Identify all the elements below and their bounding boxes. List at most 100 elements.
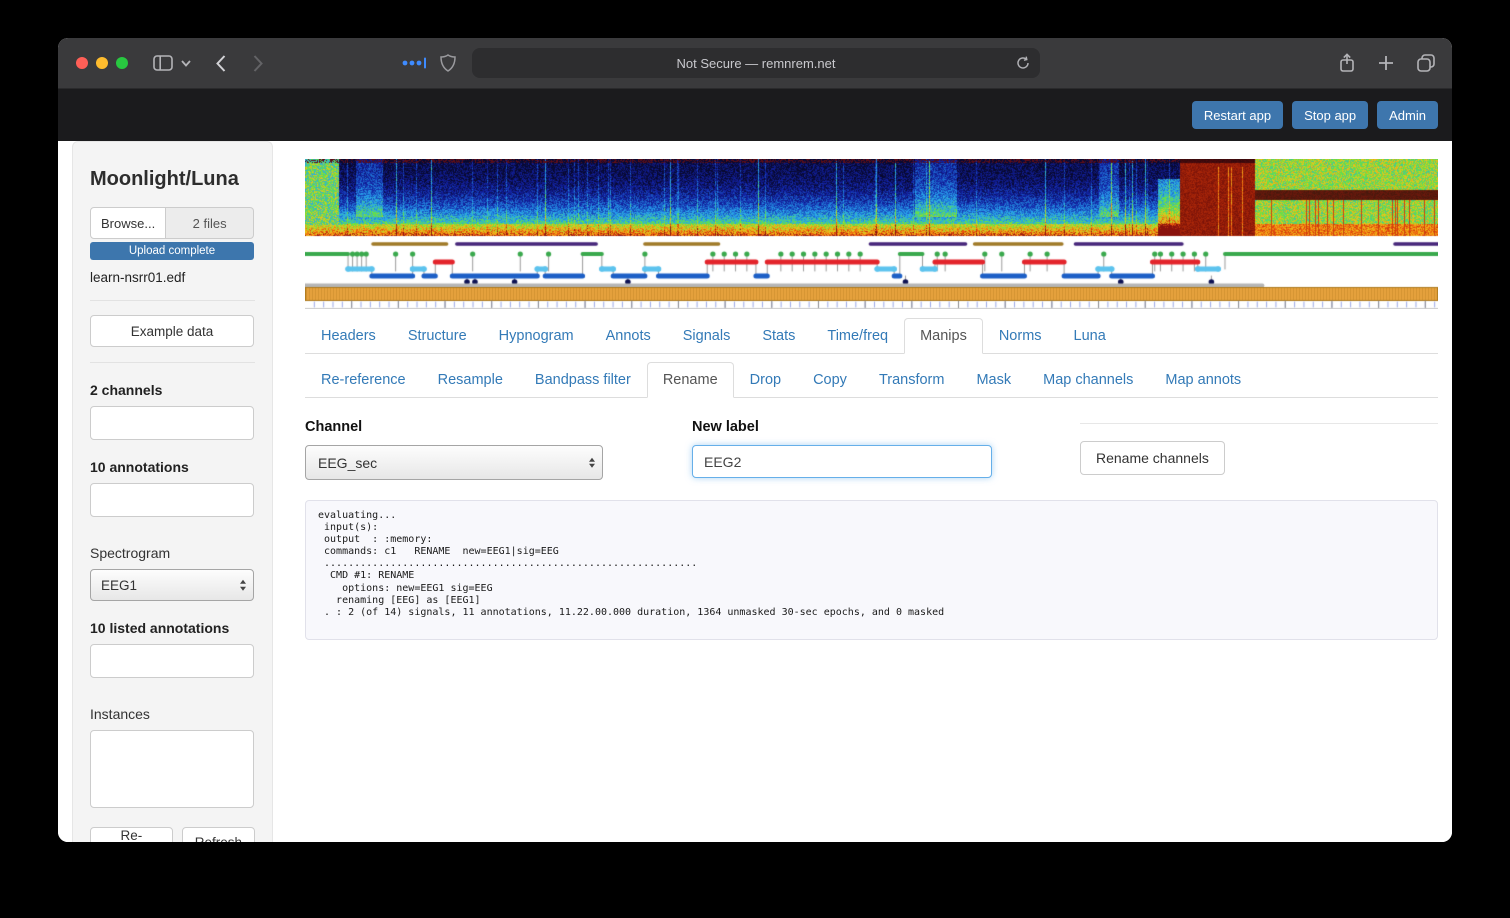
subtab-rename[interactable]: Rename: [647, 362, 734, 398]
screenshot-background: Not Secure — remnrem.net: [0, 0, 1510, 918]
tab-item: Annots: [590, 318, 667, 353]
chevron-down-icon[interactable]: [181, 38, 191, 88]
minimize-button[interactable]: [96, 57, 108, 69]
tab-luna[interactable]: Luna: [1058, 318, 1122, 354]
upload-progress-bar: Upload complete: [90, 242, 254, 260]
instances-label: Instances: [90, 706, 255, 722]
rename-form: Channel EEG_sec New label Rename channel…: [305, 419, 1438, 480]
subtab-transform[interactable]: Transform: [863, 362, 961, 398]
uploaded-file-name: learn-nsrr01.edf: [90, 270, 255, 285]
instances-select[interactable]: [90, 730, 254, 808]
subtab-resample[interactable]: Resample: [422, 362, 519, 398]
tab-group-dots-icon[interactable]: [401, 38, 427, 88]
app-title: Moonlight/Luna: [90, 168, 255, 191]
tab-item: Manips: [904, 318, 983, 353]
restart-app-button[interactable]: Restart app: [1192, 101, 1283, 129]
file-count-label: 2 files: [166, 207, 254, 239]
console-output: evaluating... input(s): output : :memory…: [305, 500, 1438, 640]
tab-manips[interactable]: Manips: [904, 318, 983, 354]
forward-button-icon[interactable]: [253, 38, 263, 88]
safari-window: Not Secure — remnrem.net: [58, 38, 1452, 842]
channel-select[interactable]: EEG_sec: [305, 445, 603, 480]
tab-overview-icon[interactable]: [1416, 53, 1436, 73]
tab-item: Stats: [746, 318, 811, 353]
spectrogram-label: Spectrogram: [90, 545, 255, 561]
subtab-map-channels[interactable]: Map channels: [1027, 362, 1149, 398]
subtab-item: Bandpass filter: [519, 362, 647, 397]
spectrogram-channel-select[interactable]: EEG1: [90, 569, 254, 601]
share-icon[interactable]: [1338, 53, 1356, 73]
subtab-re-reference[interactable]: Re-reference: [305, 362, 422, 398]
tab-item: Time/freq: [811, 318, 904, 353]
zoom-button[interactable]: [116, 57, 128, 69]
new-label-label: New label: [692, 419, 992, 435]
subtab-mask[interactable]: Mask: [960, 362, 1027, 398]
reload-icon[interactable]: [1015, 55, 1031, 71]
privacy-shield-icon[interactable]: [440, 38, 456, 88]
sidebar-divider: [90, 300, 255, 301]
subtab-item: Resample: [422, 362, 519, 397]
select-stepper-icon: [240, 580, 246, 591]
subtab-item: Re-reference: [305, 362, 422, 397]
example-data-button[interactable]: Example data: [90, 315, 254, 347]
sidebar-divider: [90, 362, 255, 363]
channel-select-value: EEG_sec: [318, 455, 377, 471]
subtab-copy[interactable]: Copy: [797, 362, 863, 398]
tab-item: Signals: [667, 318, 747, 353]
channels-label: 2 channels: [90, 382, 255, 398]
subtab-drop[interactable]: Drop: [734, 362, 797, 398]
main-content: HeadersStructureHypnogramAnnotsSignalsSt…: [305, 141, 1438, 650]
subtab-item: Drop: [734, 362, 797, 397]
subtab-item: Copy: [797, 362, 863, 397]
sidebar-toggle-icon[interactable]: [153, 38, 173, 88]
tab-item: Norms: [983, 318, 1058, 353]
channels-select[interactable]: [90, 406, 254, 440]
tab-item: Luna: [1058, 318, 1122, 353]
tab-time-freq[interactable]: Time/freq: [811, 318, 904, 354]
tab-annots[interactable]: Annots: [590, 318, 667, 354]
page-content: Moonlight/Luna Browse... 2 files Upload …: [58, 141, 1452, 842]
select-stepper-icon: [589, 457, 595, 468]
stop-app-button[interactable]: Stop app: [1292, 101, 1368, 129]
subtab-bandpass-filter[interactable]: Bandpass filter: [519, 362, 647, 398]
address-text: Not Secure — remnrem.net: [677, 56, 836, 71]
subtab-item: Map annots: [1149, 362, 1257, 397]
form-divider: [1080, 423, 1438, 424]
close-button[interactable]: [76, 57, 88, 69]
tab-headers[interactable]: Headers: [305, 318, 392, 354]
tab-item: Hypnogram: [483, 318, 590, 353]
subtab-item: Map channels: [1027, 362, 1149, 397]
browse-button[interactable]: Browse...: [90, 207, 166, 239]
main-tab-bar: HeadersStructureHypnogramAnnotsSignalsSt…: [305, 318, 1438, 354]
file-upload-group: Browse... 2 files: [90, 207, 254, 239]
tab-norms[interactable]: Norms: [983, 318, 1058, 354]
tab-item: Structure: [392, 318, 483, 353]
rename-channels-button[interactable]: Rename channels: [1080, 441, 1225, 475]
browser-toolbar: Not Secure — remnrem.net: [58, 38, 1452, 89]
new-label-input[interactable]: [692, 445, 992, 478]
listed-annotations-label: 10 listed annotations: [90, 620, 255, 636]
app-header: Restart app Stop app Admin: [58, 89, 1452, 141]
window-controls: [76, 57, 128, 69]
new-tab-icon[interactable]: [1378, 55, 1394, 71]
annotations-label: 10 annotations: [90, 459, 255, 475]
sidebar: Moonlight/Luna Browse... 2 files Upload …: [72, 141, 273, 842]
refresh-button[interactable]: Refresh: [182, 827, 255, 842]
tab-signals[interactable]: Signals: [667, 318, 747, 354]
admin-button[interactable]: Admin: [1377, 101, 1438, 129]
re-epoch-button[interactable]: Re-epoch: [90, 827, 173, 842]
listed-annotations-select[interactable]: [90, 644, 254, 678]
tab-hypnogram[interactable]: Hypnogram: [483, 318, 590, 354]
subtab-item: Rename: [647, 362, 734, 397]
signal-overview-canvas[interactable]: [305, 159, 1438, 309]
subtab-item: Mask: [960, 362, 1027, 397]
channel-label: Channel: [305, 419, 603, 435]
address-bar[interactable]: Not Secure — remnrem.net: [472, 48, 1040, 78]
tab-item: Headers: [305, 318, 392, 353]
tab-structure[interactable]: Structure: [392, 318, 483, 354]
manips-subtab-bar: Re-referenceResampleBandpass filterRenam…: [305, 362, 1438, 398]
annotations-select[interactable]: [90, 483, 254, 517]
tab-stats[interactable]: Stats: [746, 318, 811, 354]
subtab-map-annots[interactable]: Map annots: [1149, 362, 1257, 398]
back-button-icon[interactable]: [216, 38, 226, 88]
